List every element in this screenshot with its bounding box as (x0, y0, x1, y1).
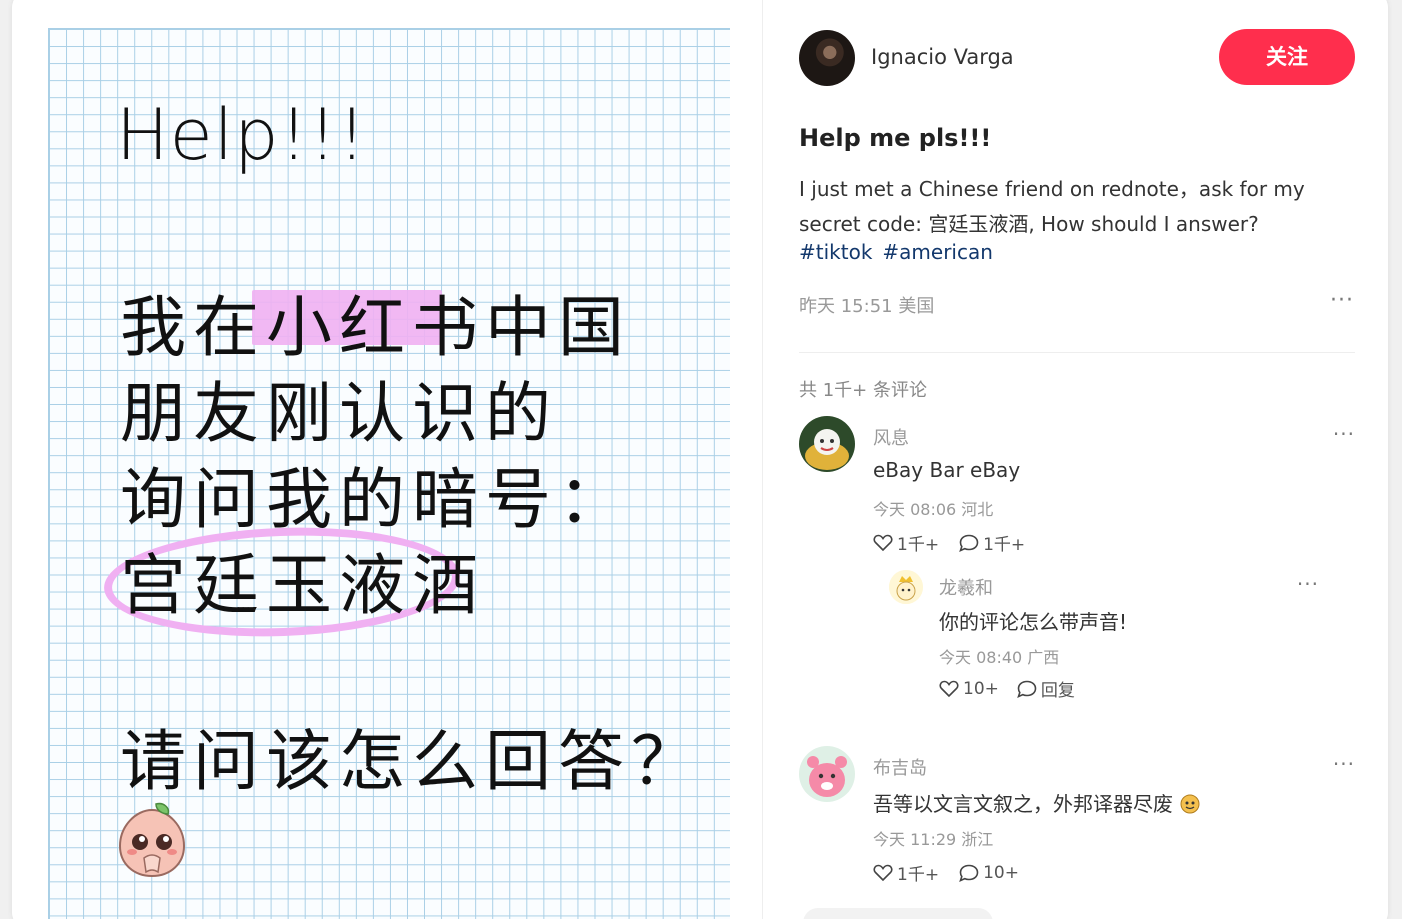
comment-item: 布吉岛 吾等以文言文叙之，外邦译器尽废 今天 11:29 浙江 1千+ 10+ … (799, 746, 1355, 886)
post-meta: 昨天 15:51 美国 (799, 296, 935, 317)
like-button[interactable]: 10+ (939, 676, 999, 701)
author-name[interactable]: Ignacio Varga (871, 45, 1014, 69)
post-title: Help me pls!!! (799, 124, 992, 152)
reply-count: 1千+ (983, 535, 1026, 555)
reply-time: 今天 08:40 广西 (939, 648, 1060, 667)
reply-actions: 10+ 回复 (939, 676, 1075, 701)
image-text-line-4: 宫廷玉液酒 (120, 547, 485, 624)
emoji-icon (1179, 792, 1201, 814)
image-text-line-2: 朋友刚认识的 (120, 375, 558, 452)
reply-button[interactable]: 1千+ (959, 530, 1025, 555)
tag-link[interactable]: #american (882, 240, 993, 264)
heart-icon (873, 534, 893, 552)
comment-text: eBay Bar eBay (873, 458, 1021, 482)
image-text-line-5: 请问该怎么回答？ (120, 723, 704, 800)
comment-actions: 1千+ 1千+ (873, 530, 1025, 555)
reply-avatar[interactable] (889, 570, 923, 604)
reply-more-button[interactable]: ··· (1297, 572, 1319, 596)
reply-button[interactable]: 10+ (959, 860, 1019, 885)
comment-author-name[interactable]: 布吉岛 (873, 754, 927, 780)
image-help-title: Help!!! (116, 94, 367, 176)
post-tags: #tiktok #american (799, 240, 1003, 264)
reply-item: 龙羲和 你的评论怎么带声音! 今天 08:40 广西 10+ 回复 ··· (889, 570, 1319, 701)
comment-text-content: 吾等以文言文叙之，外邦译器尽废 (873, 792, 1173, 816)
comment-time: 今天 11:29 浙江 (873, 830, 994, 849)
comment-count: 共 1千+ 条评论 (799, 380, 927, 401)
like-button[interactable]: 1千+ (873, 860, 939, 885)
like-button[interactable]: 1千+ (873, 530, 939, 555)
reply-button[interactable]: 回复 (1017, 676, 1075, 701)
comment-actions: 1千+ 10+ (873, 860, 1019, 885)
tag-link[interactable]: #tiktok (799, 240, 872, 264)
note-card: Help!!! 我在小红书中国 朋友刚认识的 询问我的暗号： 宫廷玉液酒 请问该… (12, 0, 1388, 919)
comment-time: 今天 08:06 河北 (873, 500, 994, 519)
crying-peach-icon (116, 802, 188, 878)
comment-bubble-icon (959, 864, 979, 882)
heart-icon (939, 680, 959, 698)
comment-avatar[interactable] (799, 746, 855, 802)
comment-bubble-icon (959, 534, 979, 552)
image-text-line-1: 我在小红书中国 (120, 289, 631, 366)
note-detail-panel: Ignacio Varga 关注 Help me pls!!! I just m… (762, 0, 1388, 919)
comment-more-button[interactable]: ··· (1333, 752, 1355, 776)
reply-text: 你的评论怎么带声音! (939, 610, 1128, 634)
post-body: I just met a Chinese friend on rednote，a… (799, 177, 1305, 236)
follow-button[interactable]: 关注 (1219, 29, 1355, 85)
author-avatar[interactable] (799, 30, 855, 86)
comment-avatar[interactable] (799, 416, 855, 472)
comment-more-button[interactable]: ··· (1333, 422, 1355, 446)
like-count: 10+ (963, 678, 999, 699)
comment-author-name[interactable]: 风息 (873, 424, 909, 450)
note-image[interactable]: Help!!! 我在小红书中国 朋友刚认识的 询问我的暗号： 宫廷玉液酒 请问该… (12, 0, 762, 919)
author-row: Ignacio Varga 关注 (799, 29, 1355, 86)
comment-text: 吾等以文言文叙之，外邦译器尽废 (873, 788, 1201, 817)
post-more-button[interactable]: ··· (1330, 288, 1354, 313)
reply-author-name[interactable]: 龙羲和 (939, 574, 993, 600)
comment-input-bar[interactable] (803, 908, 993, 919)
reply-count: 10+ (983, 862, 1019, 883)
divider (799, 352, 1355, 353)
reply-label: 回复 (1040, 681, 1075, 701)
comment-bubble-icon (1017, 680, 1037, 698)
comment-item: 风息 eBay Bar eBay 今天 08:06 河北 1千+ 1千+ ··· (799, 416, 1355, 556)
image-text-line-3: 询问我的暗号： (120, 461, 631, 538)
like-count: 1千+ (897, 865, 940, 885)
like-count: 1千+ (897, 535, 940, 555)
heart-icon (873, 864, 893, 882)
